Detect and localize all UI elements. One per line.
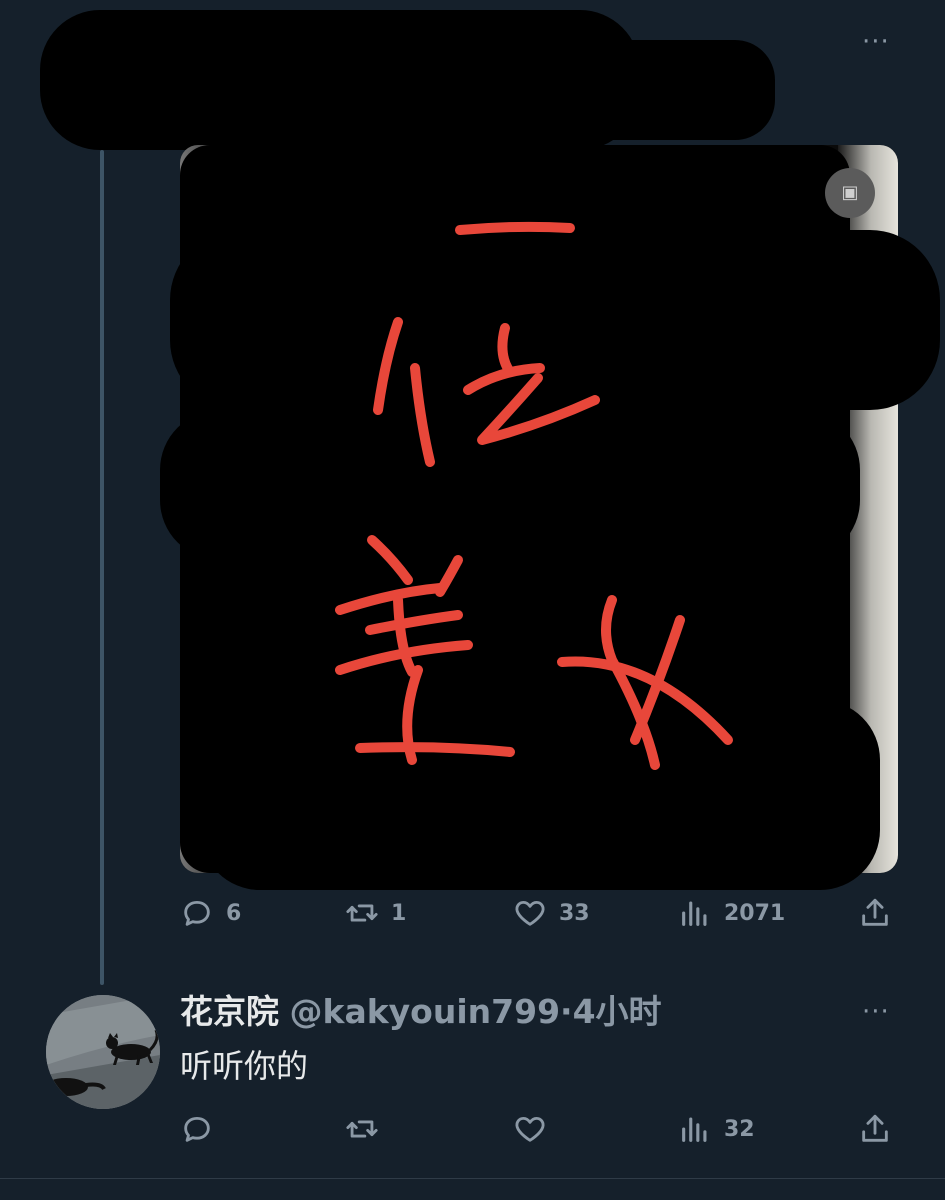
share-icon	[862, 898, 888, 926]
black-cat-photo	[46, 995, 160, 1109]
reply-reply-button[interactable]	[180, 1112, 214, 1146]
like-button[interactable]: 33	[513, 896, 590, 930]
reply-button[interactable]: 6	[180, 896, 241, 930]
reply-like-button[interactable]	[513, 1112, 547, 1146]
share-icon	[862, 1114, 888, 1142]
retweet-icon	[346, 1120, 378, 1138]
timestamp[interactable]: 4小时	[573, 992, 662, 1031]
like-count: 33	[559, 900, 590, 926]
reply-share-button[interactable]	[858, 1112, 892, 1146]
display-name[interactable]: 花京院	[180, 992, 279, 1031]
reply-icon	[184, 1116, 210, 1142]
reply-text: 听听你的	[180, 1047, 309, 1085]
handwritten-scribble	[335, 221, 733, 770]
redacted-header-extension	[440, 40, 775, 140]
views-button[interactable]: 2071	[678, 896, 785, 930]
reply-views-count: 32	[724, 1116, 755, 1142]
reply-views-button[interactable]: 32	[678, 1112, 755, 1146]
reply-count: 6	[226, 900, 242, 926]
camera-icon[interactable]: ▣	[825, 168, 875, 218]
reply-more-options-icon[interactable]: ···	[862, 999, 890, 1025]
retweet-button[interactable]: 1	[345, 896, 406, 930]
analytics-icon	[682, 1117, 707, 1142]
views-count: 2071	[724, 900, 786, 926]
reply-header: 花京院 @kakyouin799·4小时	[180, 992, 662, 1032]
heart-icon	[515, 1116, 545, 1142]
separator-dot: ·	[560, 992, 573, 1031]
divider	[0, 1178, 945, 1179]
retweet-icon	[346, 904, 378, 922]
thread-connector-line	[100, 150, 104, 985]
share-button[interactable]	[858, 896, 892, 930]
reply-icon	[184, 900, 210, 926]
heart-icon	[515, 900, 545, 926]
user-handle[interactable]: @kakyouin799	[290, 992, 561, 1031]
retweet-count: 1	[391, 900, 407, 926]
more-options-icon[interactable]: ···	[862, 29, 890, 55]
avatar[interactable]	[46, 995, 160, 1109]
reply-retweet-button[interactable]	[345, 1112, 379, 1146]
analytics-icon	[682, 901, 707, 926]
